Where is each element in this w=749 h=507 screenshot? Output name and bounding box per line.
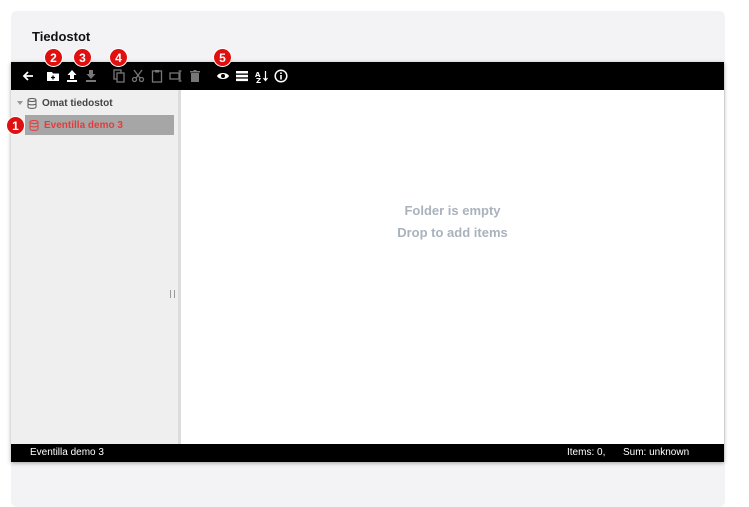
- rename-icon: [169, 70, 182, 82]
- status-items-count: Items: 0,: [567, 447, 606, 458]
- delete-button[interactable]: [187, 68, 203, 84]
- sort-az-icon: AZ: [255, 71, 268, 83]
- annotation-badge-2: 2: [45, 49, 62, 66]
- drop-hint-message: Drop to add items: [397, 225, 508, 240]
- rename-button[interactable]: [168, 68, 184, 84]
- file-manager: AZ Omat tiedostot Eventilla demo 3 Folde…: [11, 62, 724, 462]
- arrow-left-icon: [22, 71, 33, 81]
- new-folder-button[interactable]: [45, 68, 61, 84]
- annotation-badge-3: 3: [74, 49, 91, 66]
- tree-item-selected[interactable]: Eventilla demo 3: [25, 115, 174, 135]
- sort-button[interactable]: AZ: [254, 68, 270, 84]
- copy-icon: [113, 69, 125, 83]
- folder-plus-icon: [47, 72, 59, 81]
- download-button[interactable]: [83, 68, 99, 84]
- svg-text:Z: Z: [256, 77, 261, 83]
- paste-button[interactable]: [149, 68, 165, 84]
- back-button[interactable]: [20, 68, 36, 84]
- trash-icon: [190, 70, 200, 82]
- folder-tree-sidebar: Omat tiedostot Eventilla demo 3: [11, 90, 181, 444]
- eye-icon: [217, 73, 229, 79]
- view-list-button[interactable]: [234, 68, 250, 84]
- list-icon: [236, 71, 248, 82]
- page-title: Tiedostot: [32, 29, 91, 44]
- upload-icon: [67, 70, 77, 82]
- scissors-icon: [131, 69, 145, 83]
- status-path: Eventilla demo 3: [30, 447, 104, 458]
- database-icon: [29, 119, 39, 131]
- preview-button[interactable]: [215, 68, 231, 84]
- upload-button[interactable]: [64, 68, 80, 84]
- annotation-badge-5: 5: [214, 49, 231, 66]
- toolbar: AZ: [11, 62, 724, 90]
- cut-button[interactable]: [130, 68, 146, 84]
- tree-item-label: Eventilla demo 3: [44, 119, 123, 131]
- tree-item-root[interactable]: Omat tiedostot: [17, 93, 113, 113]
- annotation-badge-1: 1: [7, 117, 24, 134]
- database-icon: [27, 97, 37, 109]
- annotation-badge-4: 4: [110, 49, 127, 66]
- tree-item-label: Omat tiedostot: [42, 97, 113, 109]
- status-sum: Sum: unknown: [623, 447, 690, 458]
- sidebar-resize-handle[interactable]: [170, 290, 175, 298]
- copy-button[interactable]: [111, 68, 127, 84]
- info-button[interactable]: [273, 68, 289, 84]
- file-list-area[interactable]: Folder is empty Drop to add items: [181, 90, 724, 444]
- info-icon: [274, 69, 288, 83]
- download-icon: [86, 70, 96, 82]
- status-bar: Eventilla demo 3 Items: 0, Sum: unknown: [11, 444, 724, 462]
- chevron-down-icon[interactable]: [17, 101, 23, 105]
- empty-folder-message: Folder is empty: [404, 203, 501, 218]
- clipboard-icon: [151, 70, 163, 83]
